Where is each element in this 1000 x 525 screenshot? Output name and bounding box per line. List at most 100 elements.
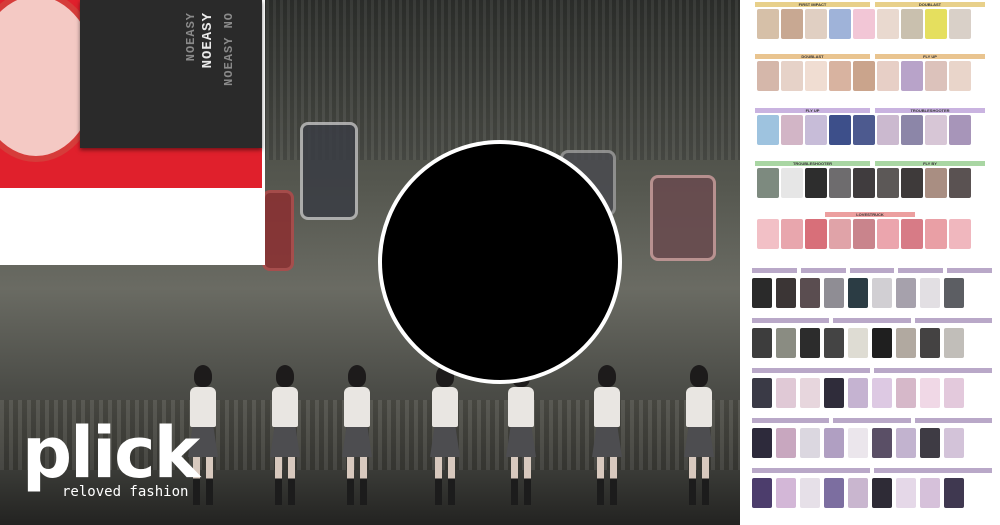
photocard [781,115,803,145]
photocard [872,378,892,408]
section-label: DOUBLAST [875,2,985,7]
photocard [752,478,772,508]
photocard [925,219,947,249]
photocard [824,428,844,458]
photocard [848,328,868,358]
card-row [757,9,971,39]
card-row [757,219,971,249]
photocard [829,219,851,249]
performer [270,365,300,505]
section-label: LOVESTRUCK [825,212,915,217]
photocard [877,9,899,39]
photocard [824,478,844,508]
photocard [757,61,779,91]
photocard [901,219,923,249]
photocard [757,168,779,198]
photocard [949,61,971,91]
card-row [752,328,992,358]
section-label: FLY UP [755,108,870,113]
photocard [824,328,844,358]
performer [342,365,372,505]
photocard [752,278,772,308]
photocard [829,61,851,91]
photocard [781,9,803,39]
photocard [829,115,851,145]
card-row [752,478,992,508]
photocard [757,219,779,249]
album-text-faint: NOEASY [184,12,198,62]
photocard [877,219,899,249]
photocard [920,378,940,408]
photocard [920,478,940,508]
photocard [944,278,964,308]
photocard [848,478,868,508]
photocard [805,9,827,39]
photocard [752,378,772,408]
photocard [872,478,892,508]
photocard [757,115,779,145]
photocard [752,328,772,358]
album-text-faint: NOEASY NO [222,12,236,86]
collection-header [752,468,992,473]
photocard [800,278,820,308]
section-label: DOUBLAST [755,54,870,59]
photocard [920,328,940,358]
collection-header [752,368,992,373]
photocard [853,219,875,249]
photocard [757,9,779,39]
photocard [829,9,851,39]
section-label: FLY BY [875,161,985,166]
card-row [757,115,971,145]
photocard [805,61,827,91]
photocard [800,378,820,408]
photocard [944,478,964,508]
photocard [853,9,875,39]
photocard [776,478,796,508]
card-row [752,428,992,458]
photocard [901,115,923,145]
card-row [752,378,992,408]
photocard [920,428,940,458]
photocard [781,168,803,198]
letter-balloon-t [650,175,716,261]
photocard [848,378,868,408]
photocard [872,278,892,308]
photocard [896,378,916,408]
collection-header [752,268,992,273]
photocard [781,61,803,91]
photocard [776,278,796,308]
photocard [944,328,964,358]
photocard [872,328,892,358]
letter-balloon-i [300,122,358,220]
photocard [752,428,772,458]
photocard [896,478,916,508]
photocard-checklist: FIRST IMPACT DOUBLAST DOUBLAST FLY UP FL… [740,0,1000,525]
photocard [800,328,820,358]
album-cover: NOEASY NOEASY NOEASY NO [80,0,262,148]
performer [592,365,622,505]
section-label: FLY UP [875,54,985,59]
performer [684,365,714,505]
photocard [949,115,971,145]
photocard [805,168,827,198]
photocard [800,428,820,458]
photocard [949,9,971,39]
brand-logo: plick [22,412,200,494]
photocard [949,168,971,198]
photocard [896,278,916,308]
card-row [757,61,971,91]
photocard [949,219,971,249]
section-label: FIRST IMPACT [755,2,870,7]
section-label: TROUBLESHOOTER [875,108,985,113]
photocard [896,328,916,358]
photocard [944,428,964,458]
card-row [757,168,971,198]
collection-header [752,318,992,323]
photocard [944,378,964,408]
photocard [776,428,796,458]
photocard [805,115,827,145]
photocard [925,9,947,39]
photocard [829,168,851,198]
photocard [848,428,868,458]
photocard [776,328,796,358]
